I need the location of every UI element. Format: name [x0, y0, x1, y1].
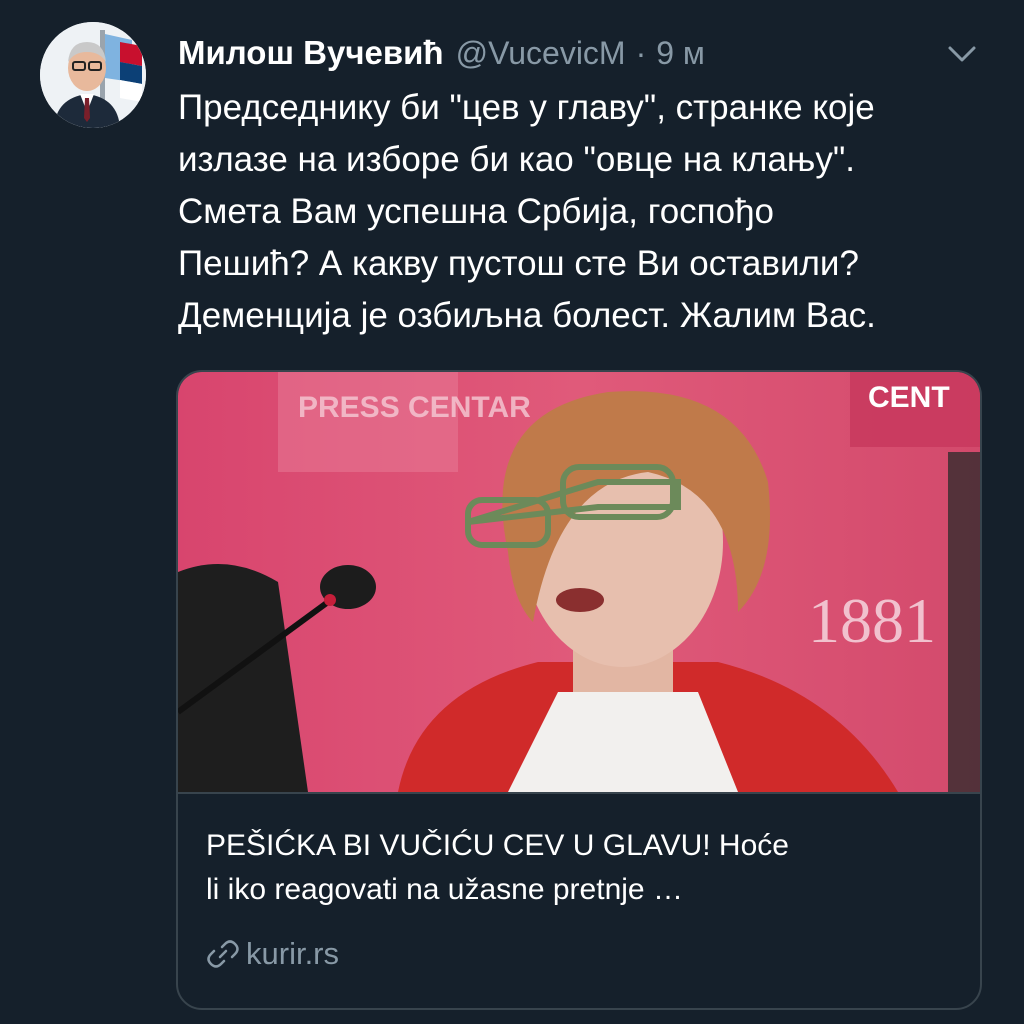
card-title-line: li iko reagovati na užasne pretnje … [206, 873, 683, 906]
card-title: PEŠIĆKA BI VUČIĆU CEV U GLAVU! Hoće li i… [206, 824, 956, 912]
tweet-text-line: Деменција је озбиљна болест. Жалим Вас. [178, 296, 876, 335]
link-preview-card[interactable]: PRESS CENTAR CENT 1881 PEŠIĆKA BI VUČIĆU… [176, 370, 982, 1010]
avatar[interactable] [40, 22, 146, 128]
card-domain: kurir.rs [206, 936, 339, 972]
chevron-down-icon[interactable] [940, 36, 984, 72]
image-sign-text: PRESS CENTAR [298, 391, 531, 424]
author-handle[interactable]: @VucevicM [456, 35, 626, 72]
tweet-header: Милош Вучевић @VucevicM · 9 м [178, 30, 705, 76]
tweet-text-line: Председнику би "цев у главу", странке ко… [178, 88, 875, 127]
image-sign-text-right: CENT [868, 381, 950, 414]
card-title-line: PEŠIĆKA BI VUČIĆU CEV U GLAVU! Hoće [206, 829, 789, 862]
tweet-text-line: Смета Вам успешна Србија, госпођо [178, 192, 775, 231]
tweet-text: Председнику би "цев у главу", странке ко… [178, 82, 998, 342]
tweet-text-line: излазе на изборе би као "овце на клању". [178, 140, 856, 179]
tweet-text-line: Пешић? А какву пустош сте Ви оставили? [178, 244, 859, 283]
author-display-name[interactable]: Милош Вучевић [178, 34, 444, 72]
header-separator: · [635, 34, 647, 71]
avatar-photo [40, 22, 146, 128]
tweet[interactable]: Милош Вучевић @VucevicM · 9 м Председник… [0, 0, 1024, 1024]
image-year-text: 1881 [808, 585, 936, 656]
tweet-timestamp[interactable]: 9 м [656, 35, 705, 72]
card-image: PRESS CENTAR CENT 1881 [178, 372, 980, 792]
card-domain-text: kurir.rs [246, 936, 339, 971]
link-icon [207, 940, 239, 968]
card-body: PEŠIĆKA BI VUČIĆU CEV U GLAVU! Hoće li i… [178, 792, 980, 1008]
